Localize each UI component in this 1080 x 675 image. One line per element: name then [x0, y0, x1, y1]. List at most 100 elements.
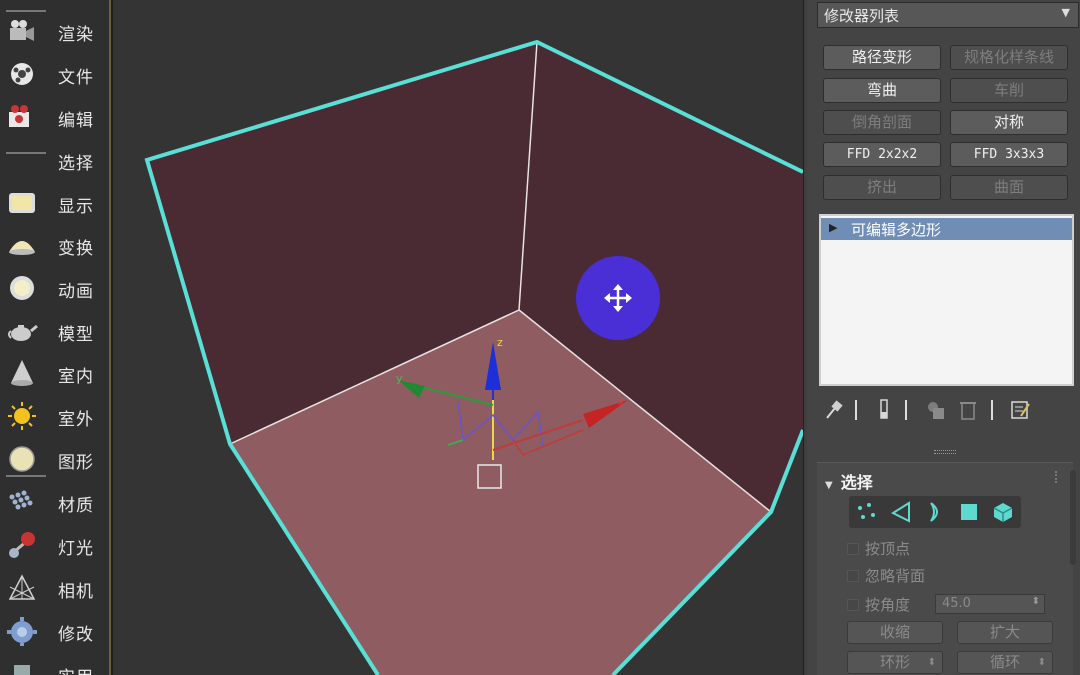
toolbar-item-label: 选择	[58, 154, 94, 174]
z-axis-label: z	[497, 336, 503, 349]
make-unique-icon[interactable]	[925, 398, 947, 422]
left-toolbar: 渲染文件编辑选择显示变换动画模型室内室外图形材质灯光相机修改实用	[0, 0, 111, 675]
by-angle-option[interactable]: 按角度	[847, 594, 910, 615]
ring-label: 环形	[879, 653, 910, 671]
loop-label: 循环	[989, 653, 1020, 671]
configure-sets-icon[interactable]	[1009, 398, 1031, 422]
hemisphere-icon	[9, 241, 35, 255]
move-cursor	[576, 256, 660, 340]
ring-spinner-icon[interactable]: ⬍	[928, 652, 936, 673]
by-vertex-option[interactable]: 按顶点	[847, 538, 910, 559]
stack-item-editable-poly[interactable]: ▶ 可编辑多边形	[821, 218, 1072, 240]
command-panel: 修改器列表 ▼ 路径变形 规格化样条线 弯曲 车削 倒角剖面 对称 FFD 2x2x2 FFD…	[807, 0, 1080, 675]
element-icon[interactable]	[991, 500, 1015, 524]
toolbar-item-label: 文件	[58, 68, 94, 88]
toolbar-item-0[interactable]: 渲染	[0, 10, 110, 50]
toolbar-item-6[interactable]: 动画	[0, 267, 110, 307]
ignore-backfacing-label: 忽略背面	[865, 567, 926, 585]
toolbar-item-label: 变换	[58, 239, 94, 259]
spinner-arrows-icon[interactable]: ⬍	[1032, 596, 1040, 607]
border-icon[interactable]	[923, 500, 947, 524]
toolbar-item-label: 灯光	[58, 539, 94, 559]
film-reel-icon	[11, 63, 33, 85]
tool-separator	[991, 400, 993, 420]
toolbar-item-15[interactable]: 实用	[0, 653, 110, 675]
modifier-button-2[interactable]: 弯曲	[823, 78, 941, 103]
toolbar-item-label: 室内	[58, 367, 94, 387]
selection-rollout-title: 选择	[840, 473, 873, 492]
stack-tools	[821, 398, 1071, 424]
toolbar-item-label: 实用	[58, 663, 94, 675]
angle-spinner[interactable]: 45.0 ⬍	[935, 594, 1045, 614]
toolbar-item-12[interactable]: 灯光	[0, 524, 110, 564]
toolbar-item-label: 图形	[58, 453, 94, 473]
toolbar-item-5[interactable]: 变换	[0, 224, 110, 264]
show-end-result-icon[interactable]	[873, 398, 895, 422]
vertex-icon[interactable]	[855, 500, 879, 524]
utility-icon	[14, 665, 30, 675]
material-grid-icon	[9, 490, 33, 510]
subobject-level-bar	[849, 496, 1021, 528]
toolbar-separator	[6, 475, 46, 477]
shrink-button[interactable]: 收缩	[847, 621, 943, 644]
polygon-icon[interactable]	[957, 500, 981, 524]
modifier-button-9[interactable]: 曲面	[950, 175, 1068, 200]
modifier-button-1[interactable]: 规格化样条线	[950, 45, 1068, 70]
by-vertex-checkbox[interactable]	[847, 543, 859, 555]
toolbar-item-8[interactable]: 室内	[0, 352, 110, 392]
loop-spinner-icon[interactable]: ⬍	[1038, 652, 1046, 673]
modifier-stack[interactable]: ▶ 可编辑多边形	[819, 214, 1074, 386]
grow-button[interactable]: 扩大	[957, 621, 1053, 644]
by-angle-label: 按角度	[865, 596, 911, 614]
modifier-list-label: 修改器列表	[824, 7, 900, 25]
video-camera-icon	[9, 105, 29, 127]
scene-svg: z y x	[144, 39, 803, 675]
remove-modifier-icon[interactable]	[957, 398, 979, 422]
selection-rollout-header[interactable]: ▼ 选择	[825, 469, 873, 493]
toolbar-item-7[interactable]: 模型	[0, 310, 110, 350]
sun-icon	[8, 402, 36, 430]
toolbar-item-3[interactable]: 选择	[0, 139, 110, 179]
toolbar-item-14[interactable]: 修改	[0, 610, 110, 650]
panel-divider[interactable]	[934, 450, 956, 454]
toolbar-separator	[6, 10, 46, 12]
teapot-icon	[8, 324, 38, 341]
modifier-button-7[interactable]: FFD 3x3x3	[950, 142, 1068, 167]
toolbar-item-label: 显示	[58, 197, 94, 217]
y-axis-label: y	[396, 372, 403, 385]
ignore-backfacing-option[interactable]: 忽略背面	[847, 565, 925, 586]
ring-button[interactable]: 环形 ⬍	[847, 651, 943, 674]
rollout-grip-icon[interactable]	[1055, 471, 1063, 483]
modifier-button-5[interactable]: 对称	[950, 110, 1068, 135]
collapse-triangle-icon: ▼	[825, 480, 833, 491]
angle-value: 45.0	[942, 596, 971, 611]
tool-separator	[905, 400, 907, 420]
toolbar-item-label: 修改	[58, 625, 94, 645]
perspective-viewport[interactable]: z y x	[113, 0, 803, 675]
gear-cog-icon	[7, 617, 37, 646]
toolbar-item-label: 室外	[58, 410, 94, 430]
modifier-button-8[interactable]: 挤出	[823, 175, 941, 200]
toolbar-item-11[interactable]: 材质	[0, 481, 110, 521]
toolbar-item-13[interactable]: 相机	[0, 567, 110, 607]
ring-sphere-icon	[10, 276, 34, 300]
modifier-button-4[interactable]: 倒角剖面	[823, 110, 941, 135]
modifier-button-0[interactable]: 路径变形	[823, 45, 941, 70]
toolbar-item-10[interactable]: 图形	[0, 438, 110, 478]
toolbar-item-9[interactable]: 室外	[0, 395, 110, 435]
modifier-list-dropdown[interactable]: 修改器列表 ▼	[817, 2, 1079, 28]
x-axis-label: x	[618, 395, 625, 408]
toolbar-item-4[interactable]: 显示	[0, 182, 110, 222]
modifier-button-6[interactable]: FFD 2x2x2	[823, 142, 941, 167]
loop-button[interactable]: 循环 ⬍	[957, 651, 1053, 674]
selection-icon	[6, 145, 38, 175]
expand-triangle-icon[interactable]: ▶	[829, 221, 837, 234]
modifier-button-3[interactable]: 车削	[950, 78, 1068, 103]
edge-icon[interactable]	[889, 500, 913, 524]
toolbar-item-1[interactable]: 文件	[0, 53, 110, 93]
panel-scrollbar[interactable]	[1070, 470, 1076, 565]
pin-stack-icon[interactable]	[823, 398, 845, 422]
ignore-backfacing-checkbox[interactable]	[847, 570, 859, 582]
toolbar-item-2[interactable]: 编辑	[0, 96, 110, 136]
by-angle-checkbox[interactable]	[847, 599, 859, 611]
